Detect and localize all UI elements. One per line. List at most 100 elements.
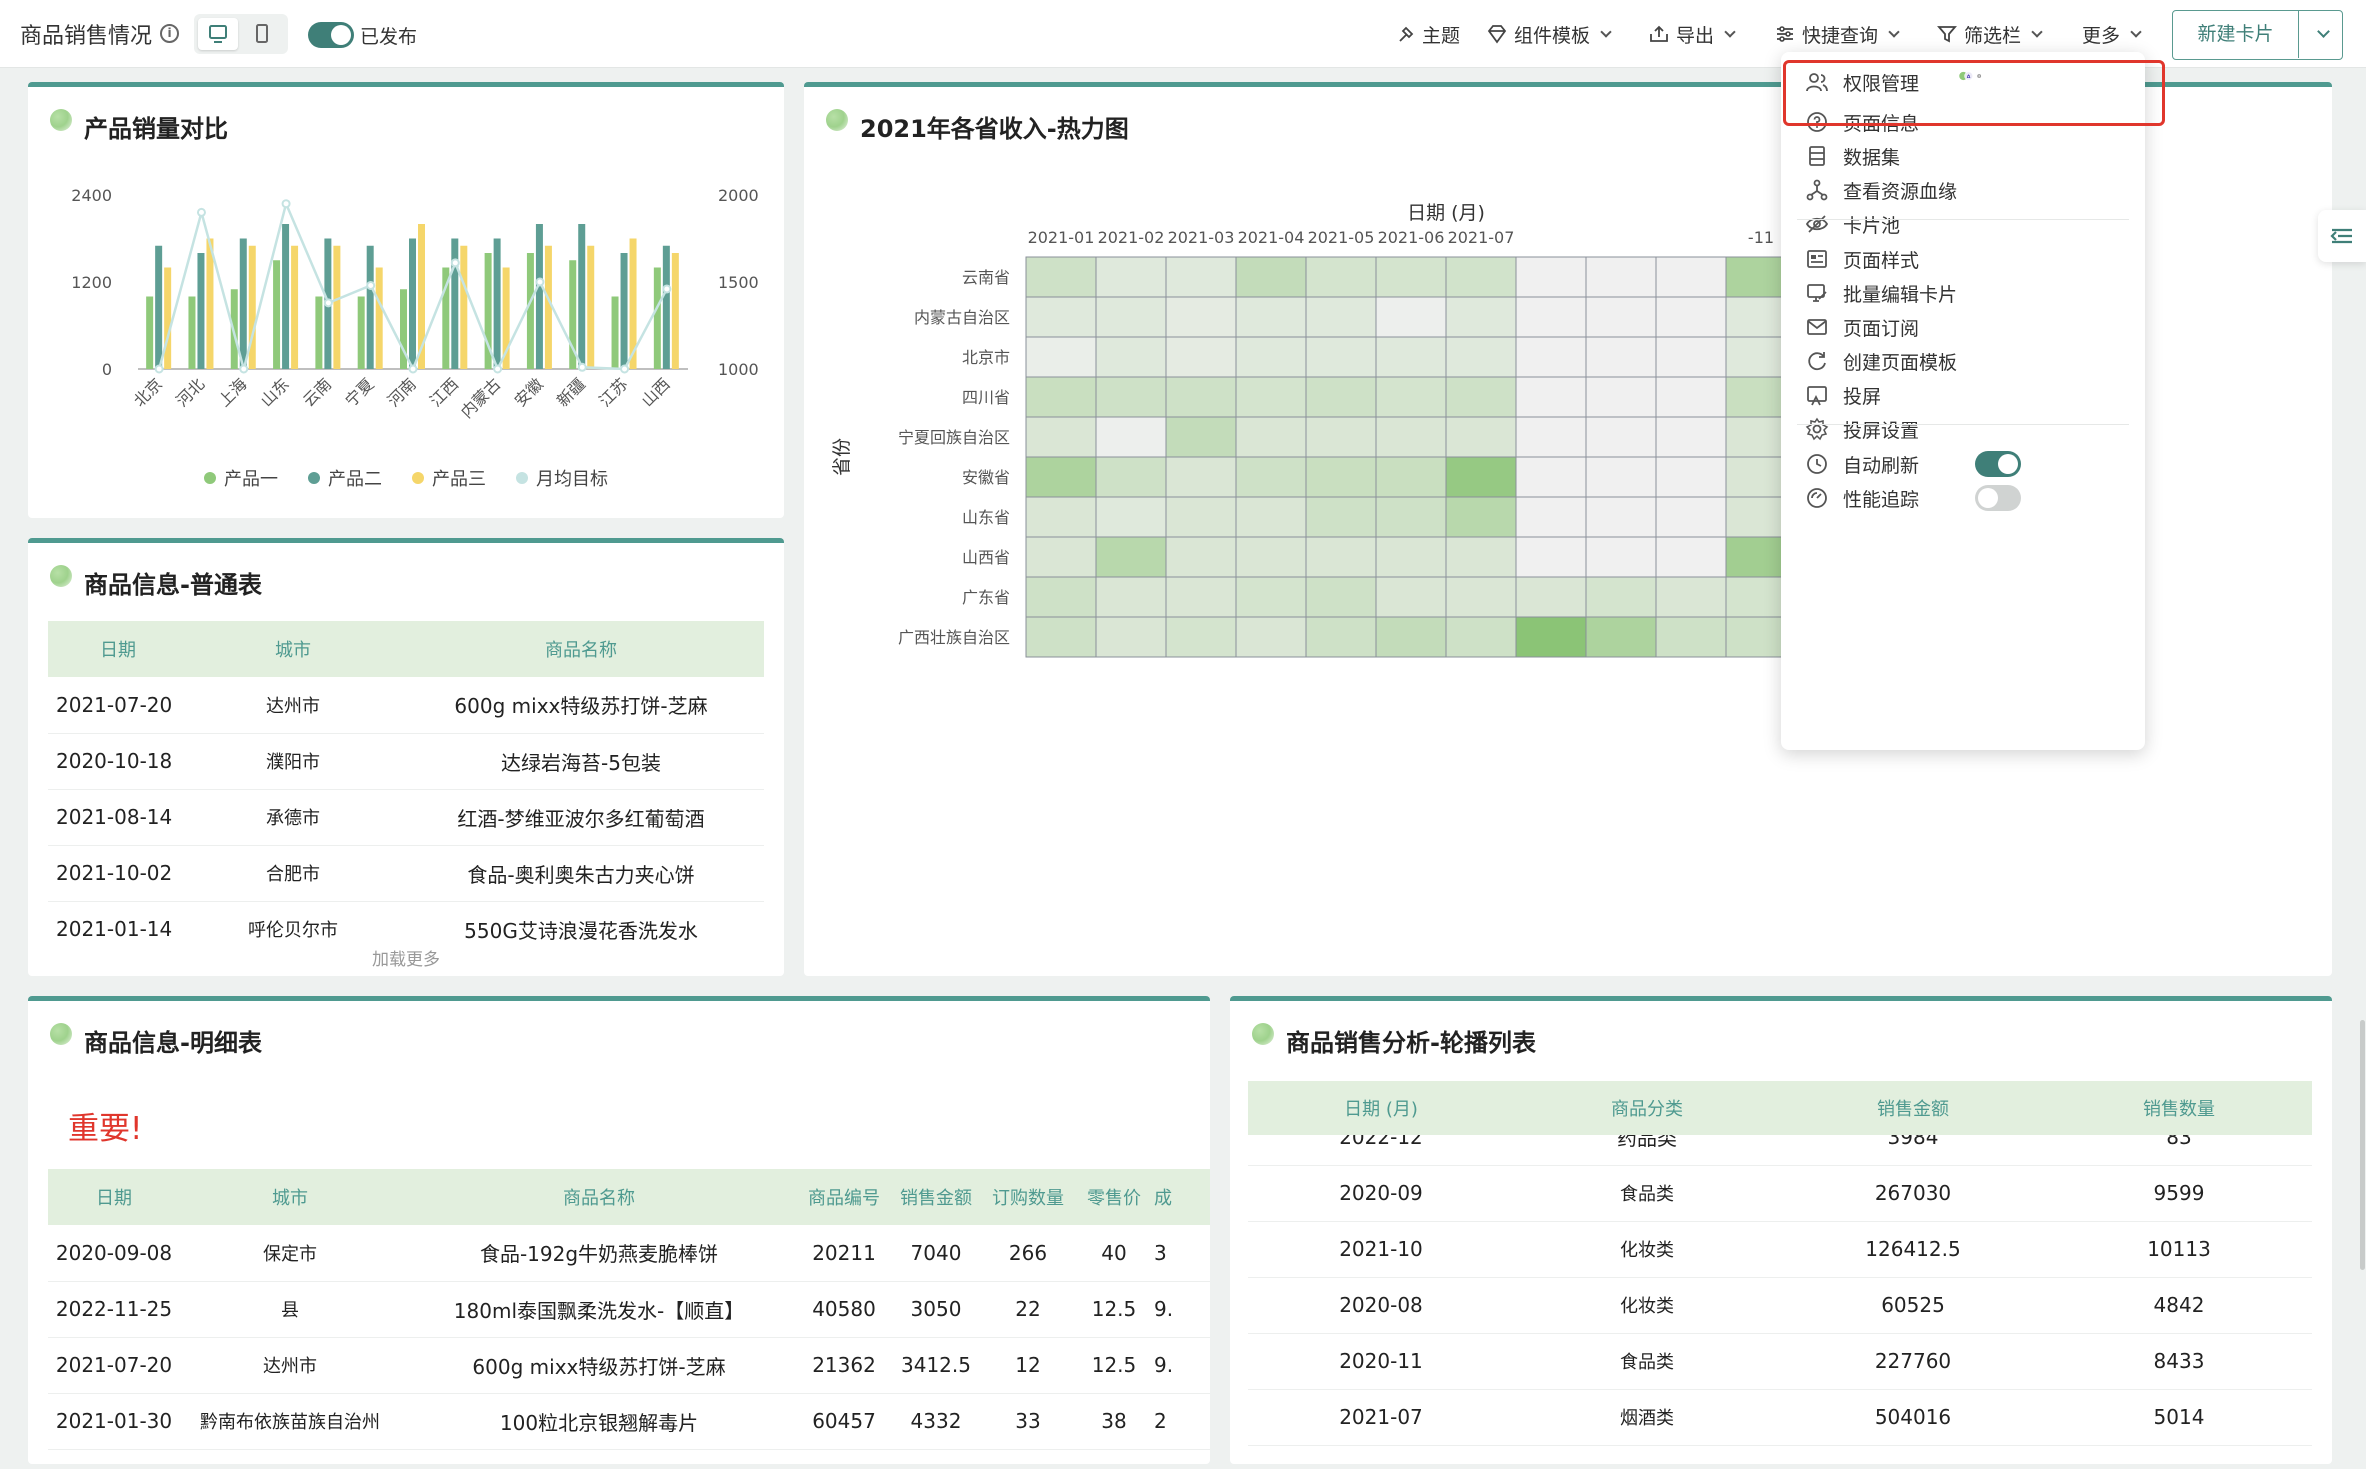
table-row[interactable]: 2021-07-20 达州市 600g mixx特级苏打饼-芝麻 xyxy=(48,677,764,734)
column-header[interactable]: 日期 xyxy=(48,621,188,677)
table-row[interactable]: 2021-07-20 达州市 600g mixx特级苏打饼-芝麻 21362 3412.… xyxy=(48,1337,1210,1394)
publish-toggle[interactable] xyxy=(308,22,354,48)
row-label: 山东省 xyxy=(962,508,1010,527)
detail-table: 日期 城市 商品名称 商品编号 销售金额 订购数量 零售价 成 2020-09-… xyxy=(48,1169,1210,1450)
col-label: 2021-05 xyxy=(1308,228,1375,247)
table-row[interactable]: 2021-07 烟酒类 504016 5014 xyxy=(1248,1389,2312,1446)
table-row[interactable]: 2021-08-14 承德市 红酒-梦维亚波尔多红葡萄酒 xyxy=(48,789,764,846)
quick-query-label: 快捷查询 xyxy=(1802,24,1879,47)
scrollbar-thumb[interactable] xyxy=(2360,1020,2365,1270)
legend-item[interactable]: 月均目标 xyxy=(516,465,608,491)
legend-item[interactable]: 产品三 xyxy=(412,465,486,491)
column-header[interactable]: 商品编号 xyxy=(798,1169,890,1225)
table-cell: 承德市 xyxy=(188,789,398,846)
table-cell: 40580 xyxy=(798,1281,890,1338)
table-row[interactable]: 2020-09 食品类 267030 9599 xyxy=(1248,1165,2312,1222)
menu-item-13[interactable]: 性能追踪 xyxy=(1805,476,2125,520)
table-cell: 33 xyxy=(982,1393,1074,1450)
diamond-icon xyxy=(1487,25,1507,44)
legend-label: 月均目标 xyxy=(536,469,608,490)
column-header[interactable]: 城市 xyxy=(188,621,398,677)
bar xyxy=(164,267,172,369)
table-cell: 合肥市 xyxy=(188,845,398,902)
side-panel-tab[interactable] xyxy=(2318,210,2366,262)
x-tick-label: 山东 xyxy=(257,374,293,410)
heat-cell xyxy=(1095,296,1167,338)
table-cell: 食品-192g牛奶燕麦脆棒饼 xyxy=(400,1225,798,1282)
desktop-view-button[interactable] xyxy=(198,18,238,50)
bar xyxy=(315,296,323,369)
table-row[interactable]: 2021-10 化妆类 126412.5 10113 xyxy=(1248,1221,2312,1278)
menu-toggle[interactable] xyxy=(1975,485,2021,511)
table-row[interactable]: 2022-11-25 县 180ml泰国飘柔洗发水-【顺直】 40580 3050 22 1… xyxy=(48,1281,1210,1338)
export-label: 导出 xyxy=(1676,24,1715,47)
table-cell: 2 xyxy=(1154,1393,1210,1450)
table-cell: 2021-08-14 xyxy=(48,789,188,846)
mobile-view-button[interactable] xyxy=(242,18,282,50)
column-header[interactable]: 商品名称 xyxy=(398,621,764,677)
x-tick-label: 内蒙古 xyxy=(457,374,504,421)
column-header[interactable]: 销售数量 xyxy=(2046,1081,2312,1135)
heat-cell xyxy=(1375,536,1447,578)
legend-item[interactable]: 产品二 xyxy=(308,465,382,491)
bar xyxy=(155,245,163,369)
quick-query-button[interactable]: 快捷查询 xyxy=(1774,20,1900,48)
card-dot-icon xyxy=(50,109,72,131)
column-header[interactable]: 成 xyxy=(1154,1169,1210,1225)
brush-icon xyxy=(1399,26,1414,42)
column-header[interactable]: 商品名称 xyxy=(400,1169,798,1225)
theme-button[interactable]: 主题 xyxy=(1396,20,1460,48)
chevron-down-icon[interactable] xyxy=(2317,25,2330,38)
table-row[interactable]: 2021-01-30 黔南布依族苗族自治州 100粒北京银翘解毒片 60457 4332… xyxy=(48,1393,1210,1450)
carousel-viewport: 2022-12 药品类 3984 83 2020-09 食品类 267030 9599… xyxy=(1248,1081,2312,1469)
table-row[interactable]: 2020-10-18 濮阳市 达绿岩海苔-5包装 xyxy=(48,733,764,790)
chevron-down-icon xyxy=(1600,26,1612,38)
heat-cell xyxy=(1655,336,1727,378)
column-header[interactable]: 日期 (月) xyxy=(1248,1081,1514,1135)
new-card-button[interactable]: 新建卡片 xyxy=(2172,10,2343,60)
table-row[interactable]: 2020-09-08 保定市 食品-192g牛奶燕麦脆棒饼 20211 7040 266 4… xyxy=(48,1225,1210,1282)
refresh-icon xyxy=(1808,352,1826,371)
carousel-table: 2020-09 食品类 267030 9599 2021-10 化妆类 126412.5 10… xyxy=(1248,1165,2312,1446)
heat-cell xyxy=(1025,496,1097,538)
column-header[interactable]: 零售价 xyxy=(1074,1169,1154,1225)
column-header[interactable]: 销售金额 xyxy=(1780,1081,2046,1135)
column-header[interactable]: 城市 xyxy=(180,1169,400,1225)
column-header[interactable]: 日期 xyxy=(48,1169,180,1225)
legend-item[interactable]: 产品一 xyxy=(204,465,278,491)
column-header[interactable]: 商品分类 xyxy=(1514,1081,1780,1135)
target-point xyxy=(281,199,291,209)
more-button[interactable]: 更多 xyxy=(2082,20,2142,48)
component-templates-label: 组件模板 xyxy=(1514,24,1591,47)
table-cell: 7040 xyxy=(890,1225,982,1282)
chevron-down-icon xyxy=(1888,26,1900,38)
export-button[interactable]: 导出 xyxy=(1648,20,1736,48)
heat-cell xyxy=(1585,536,1657,578)
heat-cell xyxy=(1585,376,1657,418)
lineage-icon xyxy=(1806,179,1828,201)
batch-edit-icon xyxy=(1807,284,1827,302)
table-cell: 266 xyxy=(982,1225,1074,1282)
table-cell: 3412.5 xyxy=(890,1337,982,1394)
heat-cell xyxy=(1375,416,1447,458)
table-row[interactable]: 2020-08 化妆类 60525 4842 xyxy=(1248,1277,2312,1334)
menu-item-label: 页面订阅 xyxy=(1843,317,1920,340)
component-templates-button[interactable]: 组件模板 xyxy=(1486,20,1612,48)
heat-cell xyxy=(1305,536,1377,578)
row-label: 云南省 xyxy=(962,268,1010,287)
table-cell: 2020-09 xyxy=(1248,1165,1514,1222)
info-icon[interactable]: i xyxy=(160,24,179,43)
load-more-link[interactable]: 加载更多 xyxy=(28,945,784,970)
table-cell: 濮阳市 xyxy=(188,733,398,790)
table-row[interactable]: 2021-10-02 合肥市 食品-奥利奥朱古力夹心饼 xyxy=(48,845,764,902)
y-axis-title: 省份 xyxy=(831,438,853,476)
cast-icon xyxy=(1807,386,1827,406)
filter-bar-button[interactable]: 筛选栏 xyxy=(1936,20,2043,48)
table-row[interactable]: 2020-11 食品类 227760 8433 xyxy=(1248,1333,2312,1390)
heat-cell xyxy=(1025,296,1097,338)
column-header[interactable]: 销售金额 xyxy=(890,1169,982,1225)
menu-toggle[interactable] xyxy=(1975,451,2021,477)
heat-cell xyxy=(1515,416,1587,458)
table-cell: 县 xyxy=(180,1281,400,1338)
column-header[interactable]: 订购数量 xyxy=(982,1169,1074,1225)
